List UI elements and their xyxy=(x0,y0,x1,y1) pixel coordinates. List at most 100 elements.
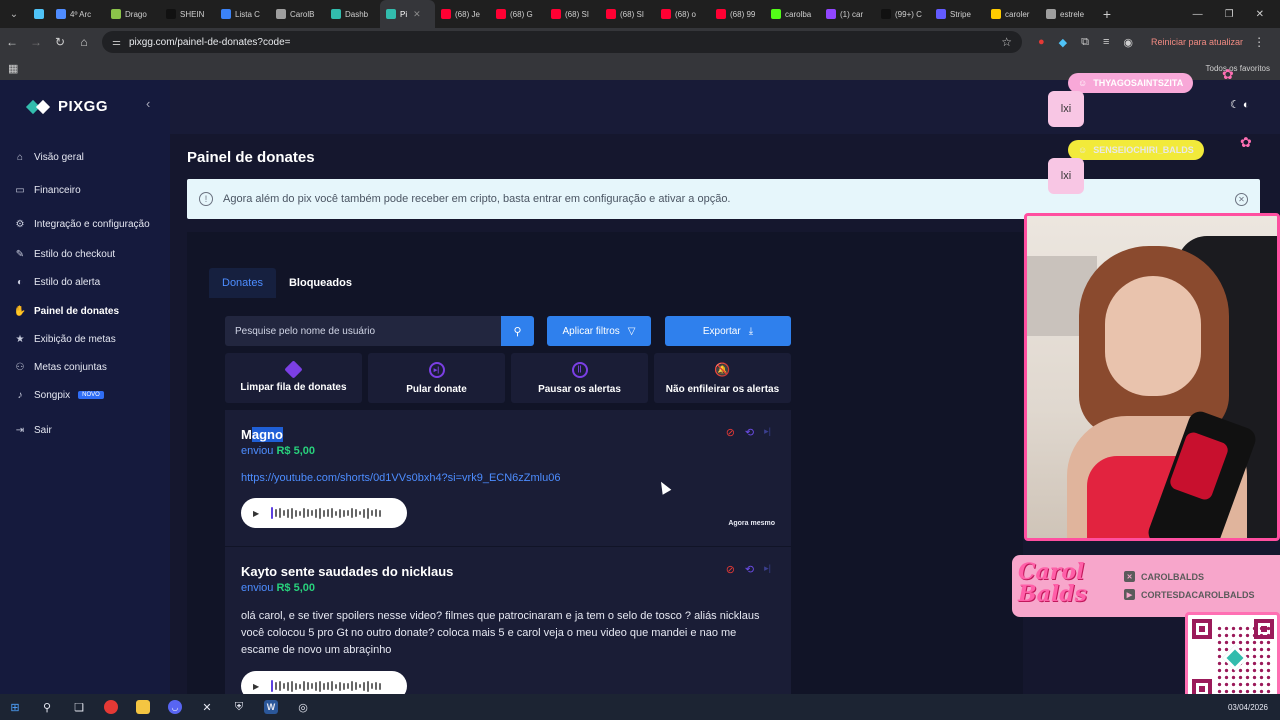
donate-item: Magno enviou R$ 5,00 ⊘ ⟲ ▸| https://yout… xyxy=(225,410,791,546)
browser-tab[interactable]: (68) G xyxy=(490,0,545,28)
tab-label: (68) G xyxy=(510,9,533,19)
sidebar-item[interactable]: ◐ Estilo do alerta xyxy=(14,276,100,288)
waveform-bar xyxy=(307,509,310,517)
pixgg-logo[interactable]: PIXGG xyxy=(28,98,108,115)
tab-bloqueados[interactable]: Bloqueados xyxy=(276,268,365,298)
discord-icon[interactable]: ◡ xyxy=(168,700,182,714)
card-icon: ▭ xyxy=(15,184,25,196)
close-window-icon[interactable]: ✕ xyxy=(1256,9,1264,20)
extension-blue-icon[interactable]: ◆ xyxy=(1059,36,1067,49)
browser-tab[interactable]: (68) Je xyxy=(435,0,490,28)
clear-queue-button[interactable]: Limpar fila de donates xyxy=(225,353,362,403)
browser-tab[interactable]: Lista C xyxy=(215,0,270,28)
tab-label: estrele xyxy=(1060,9,1085,19)
browser-tab[interactable]: estrele xyxy=(1040,0,1095,28)
extensions-puzzle-icon[interactable]: ⧉ xyxy=(1081,36,1089,49)
more-menu-icon[interactable]: ⋮ xyxy=(1253,35,1265,49)
theme-toggle-icon[interactable]: ☾ ◐ xyxy=(1230,98,1250,111)
browser-tab-strip: ⌄ 4º Arc Drago SHEIN Lista C CarolB Dashb Pi ✕ (… xyxy=(0,0,1280,28)
browser-tab[interactable]: (68) SI xyxy=(600,0,655,28)
url-text[interactable]: pixgg.com/painel-de-donates?code= xyxy=(129,37,291,48)
browser-tab[interactable]: Stripe xyxy=(930,0,985,28)
word-icon[interactable]: W xyxy=(264,700,278,714)
browser-tab[interactable]: 4º Arc xyxy=(50,0,105,28)
sidebar-item[interactable]: ✎ Estilo do checkout xyxy=(14,248,115,260)
browser-tab[interactable]: Dashb xyxy=(325,0,380,28)
windows-start-icon[interactable]: ⊞ xyxy=(8,700,22,714)
browser-tab[interactable]: (1) car xyxy=(820,0,875,28)
tab-donates[interactable]: Donates xyxy=(209,268,276,298)
browser-tab[interactable]: Drago xyxy=(105,0,160,28)
browser-tab[interactable]: (68) SI xyxy=(545,0,600,28)
block-icon[interactable]: ⊘ xyxy=(726,563,735,576)
sidebar-item[interactable]: ♪ Songpix NOVO xyxy=(14,389,104,401)
extension-red-icon[interactable]: ● xyxy=(1038,36,1045,48)
browser-tab[interactable]: SHEIN xyxy=(160,0,215,28)
file-explorer-icon[interactable] xyxy=(136,700,150,714)
task-view-icon[interactable]: ❏ xyxy=(72,700,86,714)
search-taskbar-icon[interactable]: ⚲ xyxy=(40,700,54,714)
browser-tab[interactable]: caroler xyxy=(985,0,1040,28)
xbox-icon[interactable]: ✕ xyxy=(200,700,214,714)
skip-donate-button[interactable]: ▸| Pular donate xyxy=(368,353,505,403)
close-tab-icon[interactable]: ✕ xyxy=(413,9,421,20)
restart-update-button[interactable]: Reiniciar para atualizar xyxy=(1151,37,1243,47)
skip-donate-icon[interactable]: ▸| xyxy=(764,563,771,576)
sidebar-item-label: Painel de donates xyxy=(34,305,120,317)
browser-tab[interactable]: (99+) C xyxy=(875,0,930,28)
minimize-icon[interactable]: — xyxy=(1193,9,1203,20)
address-bar[interactable]: ⚌ pixgg.com/painel-de-donates?code= ☆ xyxy=(102,31,1022,53)
apply-filters-button[interactable]: Aplicar filtros ▽ xyxy=(547,316,651,346)
close-banner-icon[interactable]: ✕ xyxy=(1235,192,1248,206)
apps-grid-icon[interactable]: ▦ xyxy=(8,62,18,75)
audio-waveform[interactable] xyxy=(271,507,382,519)
browser-tab[interactable]: (68) 99 xyxy=(710,0,765,28)
play-icon[interactable]: ▶ xyxy=(253,509,259,518)
play-icon[interactable]: ▶ xyxy=(253,682,259,691)
home-browser-icon[interactable]: ⌂ xyxy=(72,28,96,56)
sidebar-item[interactable]: ⚙ Integração e configuração xyxy=(14,218,150,230)
browser-tab[interactable]: (68) o xyxy=(655,0,710,28)
reading-list-icon[interactable]: ≡ xyxy=(1103,36,1109,48)
sidebar-item[interactable]: ★ Exibição de metas xyxy=(14,333,116,345)
audio-waveform[interactable] xyxy=(271,680,382,692)
replay-icon[interactable]: ⟲ xyxy=(745,563,754,576)
audio-player[interactable]: ▶ xyxy=(241,498,407,528)
restore-icon[interactable]: ❐ xyxy=(1225,9,1234,20)
block-icon[interactable]: ⊘ xyxy=(726,426,735,439)
skip-icon: ▸| xyxy=(428,361,445,378)
chrome-icon[interactable] xyxy=(104,700,118,714)
security-icon[interactable]: ⛨ xyxy=(232,700,246,714)
all-favorites-folder[interactable]: Todos os favoritos xyxy=(1206,64,1270,73)
replay-icon[interactable]: ⟲ xyxy=(745,426,754,439)
browser-tab[interactable]: CarolB xyxy=(270,0,325,28)
tab-search-icon[interactable]: ⌄ xyxy=(0,0,28,28)
browser-tab[interactable]: carolba xyxy=(765,0,820,28)
site-info-icon[interactable]: ⚌ xyxy=(112,37,121,48)
sidebar-item[interactable]: ⚇ Metas conjuntas xyxy=(14,361,107,373)
obs-icon[interactable]: ◎ xyxy=(296,700,310,714)
sidebar-item[interactable]: ⌂ Visão geral xyxy=(14,151,84,163)
forward-icon[interactable]: → xyxy=(24,28,48,56)
pause-alerts-button[interactable]: || Pausar os alertas xyxy=(511,353,648,403)
back-icon[interactable]: ← xyxy=(0,28,24,56)
sidebar-item[interactable]: ⇥ Sair xyxy=(14,424,52,436)
tab-label: (68) SI xyxy=(620,9,645,19)
donate-link[interactable]: https://youtube.com/shorts/0d1VVs0bxh4?s… xyxy=(241,472,560,484)
sidebar-item[interactable]: ▭ Financeiro xyxy=(14,184,80,196)
collapse-sidebar-icon[interactable]: ‹ xyxy=(146,96,150,111)
skip-donate-icon[interactable]: ▸| xyxy=(764,426,771,439)
reload-icon[interactable]: ↻ xyxy=(48,28,72,56)
browser-tab[interactable] xyxy=(28,0,50,28)
no-queue-alerts-button[interactable]: 🔕 Não enfileirar os alertas xyxy=(654,353,791,403)
browser-tab[interactable]: Pi ✕ xyxy=(380,0,435,28)
donate-amount-line: enviou R$ 5,00 xyxy=(241,445,315,457)
new-tab-button[interactable]: + xyxy=(1095,6,1119,22)
sidebar-item[interactable]: ✋ Painel de donates xyxy=(14,305,119,317)
bookmark-star-icon[interactable]: ☆ xyxy=(1001,35,1012,49)
export-button[interactable]: Exportar ⤓ xyxy=(665,316,791,346)
profile-icon[interactable]: ◉ xyxy=(1123,36,1133,49)
search-button[interactable]: ⚲ xyxy=(501,316,534,346)
tab-favicon-icon xyxy=(386,9,396,19)
search-input[interactable]: Pesquise pelo nome de usuário xyxy=(225,316,501,346)
